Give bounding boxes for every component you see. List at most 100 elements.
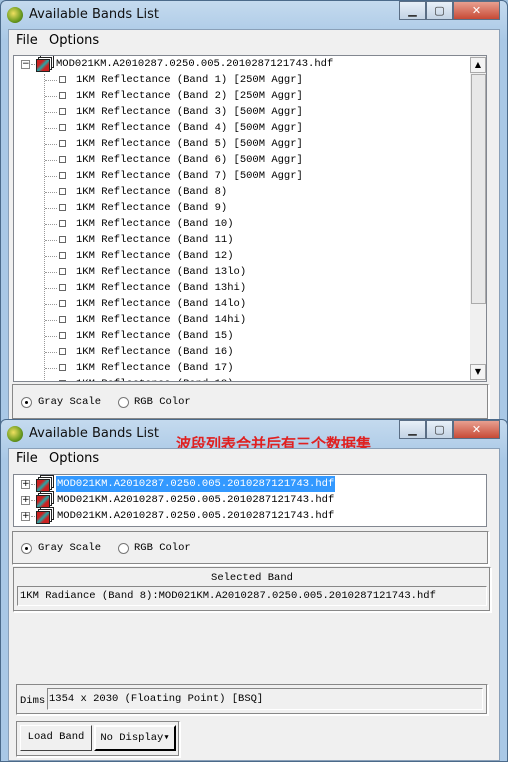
scroll-up-button[interactable]: ▲ (470, 57, 486, 73)
root-file-label[interactable]: MOD021KM.A2010287.0250.005.2010287121743… (56, 56, 333, 72)
band-item[interactable]: 1KM Reflectance (Band 14lo) (14, 296, 469, 312)
tree-line (45, 112, 57, 113)
close-button[interactable]: ✕ (453, 1, 500, 20)
band-item[interactable]: 1KM Reflectance (Band 1) [250M Aggr] (14, 72, 469, 88)
band-item[interactable]: 1KM Reflectance (Band 7) [500M Aggr] (14, 168, 469, 184)
band-label: 1KM Reflectance (Band 14lo) (76, 298, 247, 310)
band-item[interactable]: 1KM Reflectance (Band 11) (14, 232, 469, 248)
band-node-icon (59, 188, 66, 195)
scrollbar[interactable]: ▲ ▼ (470, 56, 486, 381)
band-node-icon (59, 204, 66, 211)
file-item[interactable]: + MOD021KM.A2010287.0250.005.201028712174… (14, 492, 484, 508)
window-title: Available Bands List (29, 426, 159, 441)
file-tree[interactable]: + MOD021KM.A2010287.0250.005.201028712174… (13, 474, 487, 527)
scroll-down-button[interactable]: ▼ (470, 364, 486, 380)
tree-line (45, 96, 57, 97)
selected-band-value: 1KM Radiance (Band 8):MOD021KM.A2010287.… (20, 590, 436, 602)
band-node-icon (59, 252, 66, 259)
band-label: 1KM Reflectance (Band 13hi) (76, 282, 247, 294)
bands-window-2: Available Bands List 波段列表合并后有三个数据集 ▁ ▢ ✕… (0, 419, 508, 762)
band-item[interactable]: 1KM Reflectance (Band 2) [250M Aggr] (14, 88, 469, 104)
tree-line (45, 336, 57, 337)
menu-file[interactable]: File (16, 451, 38, 466)
band-label: 1KM Reflectance (Band 15) (76, 330, 234, 342)
file-label: MOD021KM.A2010287.0250.005.2010287121743… (57, 494, 335, 506)
tree-line (45, 128, 57, 129)
band-node-icon (59, 220, 66, 227)
tree-line (45, 176, 57, 177)
band-item[interactable]: 1KM Reflectance (Band 13lo) (14, 264, 469, 280)
expand-icon[interactable]: + (21, 480, 30, 489)
band-node-icon (59, 156, 66, 163)
band-item[interactable]: 1KM Reflectance (Band 14hi) (14, 312, 469, 328)
band-item[interactable]: 1KM Reflectance (Band 6) [500M Aggr] (14, 152, 469, 168)
minimize-button[interactable]: ▁ (399, 1, 426, 20)
band-item[interactable]: 1KM Reflectance (Band 9) (14, 200, 469, 216)
selected-band-label: Selected Band (211, 572, 293, 584)
gray-scale-radio[interactable] (21, 397, 32, 408)
band-node-icon (59, 316, 66, 323)
band-item[interactable]: 1KM Reflectance (Band 8) (14, 184, 469, 200)
dims-value: 1354 x 2030 (Floating Point) [BSQ] (49, 693, 264, 705)
band-item[interactable]: 1KM Reflectance (Band 16) (14, 344, 469, 360)
collapse-icon[interactable]: − (21, 60, 30, 69)
color-mode-group: Gray Scale RGB Color (12, 531, 489, 565)
tree-line (45, 368, 57, 369)
menu-file[interactable]: File (16, 33, 38, 48)
file-item[interactable]: + MOD021KM.A2010287.0250.005.201028712174… (14, 476, 484, 492)
color-mode-group: Gray Scale RGB Color (12, 384, 489, 420)
band-item[interactable]: 1KM Reflectance (Band 10) (14, 216, 469, 232)
bands-window-1: Available Bands List ▁ ▢ ✕ File Options … (0, 0, 508, 430)
dims-label: Dims (20, 695, 46, 707)
tree-line (45, 320, 57, 321)
dims-group: Dims 1354 x 2030 (Floating Point) [BSQ] (16, 684, 488, 715)
band-label: 1KM Reflectance (Band 4) [500M Aggr] (76, 122, 303, 134)
band-label: 1KM Reflectance (Band 8) (76, 186, 228, 198)
band-item[interactable]: 1KM Reflectance (Band 3) [500M Aggr] (14, 104, 469, 120)
rgb-color-radio[interactable] (118, 397, 129, 408)
band-node-icon (59, 172, 66, 179)
band-node-icon (59, 236, 66, 243)
band-node-icon (59, 348, 66, 355)
band-item[interactable]: 1KM Reflectance (Band 15) (14, 328, 469, 344)
selected-band-group: Selected Band 1KM Radiance (Band 8):MOD0… (13, 567, 491, 612)
tree-line (45, 240, 57, 241)
band-item[interactable]: 1KM Reflectance (Band 5) [500M Aggr] (14, 136, 469, 152)
band-label: 1KM Reflectance (Band 10) (76, 218, 234, 230)
band-item[interactable]: 1KM Reflectance (Band 13hi) (14, 280, 469, 296)
minimize-button[interactable]: ▁ (399, 420, 426, 439)
window-title: Available Bands List (29, 7, 159, 22)
band-node-icon (59, 108, 66, 115)
band-item[interactable]: 1KM Reflectance (Band 12) (14, 248, 469, 264)
hdf-file-icon (36, 495, 50, 508)
load-band-button[interactable]: Load Band (20, 725, 92, 751)
band-label: 1KM Reflectance (Band 6) [500M Aggr] (76, 154, 303, 166)
band-item[interactable]: 1KM Reflectance (Band 17) (14, 360, 469, 376)
menu-options[interactable]: Options (49, 33, 99, 48)
expand-icon[interactable]: + (21, 496, 30, 505)
scroll-thumb[interactable] (471, 74, 486, 304)
tree-line (45, 192, 57, 193)
gray-scale-radio[interactable] (21, 543, 32, 554)
rgb-color-label: RGB Color (134, 396, 191, 408)
tree-line (45, 256, 57, 257)
expand-icon[interactable]: + (21, 512, 30, 521)
menu-options[interactable]: Options (49, 451, 99, 466)
maximize-button[interactable]: ▢ (426, 1, 453, 20)
band-node-icon (59, 332, 66, 339)
maximize-button[interactable]: ▢ (426, 420, 453, 439)
app-icon (7, 7, 23, 23)
band-node-icon (59, 268, 66, 275)
file-item[interactable]: + MOD021KM.A2010287.0250.005.201028712174… (14, 508, 484, 524)
band-label: 1KM Reflectance (Band 16) (76, 346, 234, 358)
band-node-icon (59, 140, 66, 147)
rgb-color-radio[interactable] (118, 543, 129, 554)
band-label: 1KM Reflectance (Band 7) [500M Aggr] (76, 170, 303, 182)
close-button[interactable]: ✕ (453, 420, 500, 439)
band-label: 1KM Reflectance (Band 14hi) (76, 314, 247, 326)
band-item[interactable]: 1KM Reflectance (Band 4) [500M Aggr] (14, 120, 469, 136)
display-option-dropdown[interactable]: No Display▾ (94, 725, 176, 751)
band-tree[interactable]: ▲ ▼ − MOD021KM.A2010287.0250.005.20102871… (13, 55, 487, 382)
band-node-icon (59, 380, 66, 381)
band-item[interactable]: 1KM Reflectance (Band 18) (14, 376, 469, 381)
